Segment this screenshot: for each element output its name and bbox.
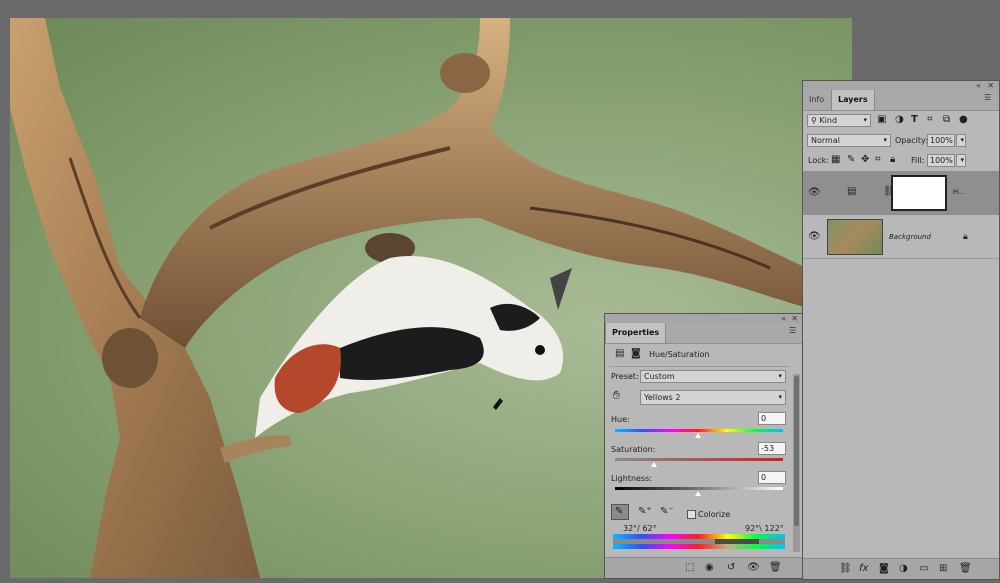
visibility-eye-icon[interactable]: 👁︎ xyxy=(808,232,821,242)
lock-icon: 🔒︎ xyxy=(963,232,968,242)
channel-select[interactable]: Yellows 2 ▾ xyxy=(640,390,786,405)
preset-select[interactable]: Custom ▾ xyxy=(640,370,786,383)
lock-label: Lock: xyxy=(808,156,829,165)
new-group-folder-icon[interactable]: ▭ xyxy=(919,564,928,574)
chevron-down-icon: ▾ xyxy=(778,393,782,401)
targeted-adjustment-hand-icon[interactable]: ✋︎ xyxy=(613,389,620,401)
colorize-checkbox[interactable] xyxy=(687,510,696,519)
lock-pixels-icon[interactable]: ✎ xyxy=(847,155,855,165)
delete-adjustment-trash-icon[interactable]: 🗑︎ xyxy=(769,563,782,573)
colorize-label[interactable]: Colorize xyxy=(698,510,730,519)
adjustment-icon: ▤ xyxy=(615,348,625,359)
layers-bottom-toolbar: ⛓︎ fx ◙ ◑ ▭ ⊞ 🗑︎ xyxy=(803,558,999,579)
layer-thumbnail xyxy=(827,219,883,255)
tab-properties[interactable]: Properties xyxy=(605,323,667,343)
lock-position-icon[interactable]: ✥ xyxy=(861,155,869,165)
filter-kind-value: Kind xyxy=(819,116,838,125)
hue-slider-knob[interactable] xyxy=(695,433,701,438)
lock-transparent-icon[interactable]: ▦ xyxy=(831,155,840,165)
saturation-slider-track[interactable] xyxy=(615,458,783,461)
fill-label: Fill: xyxy=(911,156,925,165)
range-right-readout: 92°\ 122° xyxy=(745,524,784,533)
preset-label: Preset: xyxy=(611,372,639,381)
filter-pixel-icon[interactable]: ▣ xyxy=(877,115,886,125)
properties-tabbar: Properties ☰ xyxy=(605,323,802,344)
layers-tabbar: Info Layers ☰ xyxy=(803,90,999,111)
properties-bottom-toolbar: ⬚ ◉ ↺ 👁︎ 🗑︎ xyxy=(605,557,802,578)
range-left-readout: 32°/ 62° xyxy=(623,524,657,533)
filter-toggle-icon[interactable]: ● xyxy=(959,115,968,125)
opacity-field[interactable]: 100% xyxy=(927,134,955,147)
scrollbar[interactable] xyxy=(793,374,800,552)
filter-kind-select[interactable]: ⚲ Kind ▾ xyxy=(807,114,871,127)
eyedropper-plus-icon[interactable]: ✎⁺ xyxy=(638,507,652,517)
panel-menu-icon[interactable]: ☰ xyxy=(789,327,798,335)
eyedropper-minus-icon[interactable]: ✎⁻ xyxy=(660,507,674,517)
view-previous-state-icon[interactable]: ◉ xyxy=(705,563,714,573)
eyedropper-cursor-icon xyxy=(493,398,503,410)
toggle-visibility-icon[interactable]: 👁︎ xyxy=(747,563,760,573)
chevron-down-icon: ▾ xyxy=(960,136,964,144)
saturation-field[interactable]: -53 xyxy=(758,442,786,455)
layer-row-adjustment[interactable]: 👁︎ ▤ ⛓︎ H... xyxy=(803,171,999,215)
blend-mode-value: Normal xyxy=(811,136,840,145)
chevron-down-icon: ▾ xyxy=(863,116,867,124)
opacity-label: Opacity: xyxy=(895,136,928,145)
output-color-bar xyxy=(613,544,785,549)
collapse-panel-icon[interactable]: « xyxy=(781,314,786,323)
delete-layer-trash-icon[interactable]: 🗑︎ xyxy=(959,564,972,574)
new-adjustment-layer-icon[interactable]: ◑ xyxy=(899,564,908,574)
filter-type-icon[interactable]: T xyxy=(911,115,918,125)
tab-info[interactable]: Info xyxy=(803,90,830,110)
tab-layers[interactable]: Layers xyxy=(831,90,875,110)
link-layers-icon[interactable]: ⛓︎ xyxy=(839,564,852,574)
filter-shape-icon[interactable]: ⌗ xyxy=(927,115,933,125)
filter-smart-object-icon[interactable]: ⧉ xyxy=(943,115,950,125)
reset-icon[interactable]: ↺ xyxy=(727,563,735,573)
opacity-dropdown[interactable]: ▾ xyxy=(956,134,966,147)
filter-adjustment-icon[interactable]: ◑ xyxy=(895,115,904,125)
hue-saturation-layer-icon: ▤ xyxy=(847,186,857,197)
new-layer-icon[interactable]: ⊞ xyxy=(939,564,947,574)
eyedropper-tool[interactable]: ✎ xyxy=(611,504,629,520)
add-mask-icon[interactable]: ◙ xyxy=(879,564,889,574)
properties-panel: « ✕ Properties ☰ ▤ ◙ Hue/Saturation Pres… xyxy=(604,313,803,579)
panel-menu-icon[interactable]: ☰ xyxy=(984,94,993,102)
hue-field[interactable]: 0 xyxy=(758,412,786,425)
scrollbar-thumb[interactable] xyxy=(794,376,799,526)
lightness-label: Lightness: xyxy=(611,474,652,483)
layers-panel: « ✕ Info Layers ☰ ⚲ Kind ▾ ▣ ◑ T ⌗ ⧉ ● No… xyxy=(802,80,1000,580)
preset-value: Custom xyxy=(644,372,675,381)
layer-row-background[interactable]: 👁︎ Background 🔒︎ xyxy=(803,215,999,259)
lightness-slider-track[interactable] xyxy=(615,487,783,490)
saturation-label: Saturation: xyxy=(611,445,656,454)
clip-to-layer-icon[interactable]: ⬚ xyxy=(685,563,694,573)
lock-artboard-icon[interactable]: ⌗ xyxy=(875,155,881,165)
collapse-panel-icon[interactable]: « xyxy=(976,81,981,90)
visibility-eye-icon[interactable]: 👁︎ xyxy=(808,188,821,198)
layer-name[interactable]: Background xyxy=(889,233,931,241)
lightness-slider-knob[interactable] xyxy=(695,491,701,496)
close-panel-icon[interactable]: ✕ xyxy=(791,314,798,323)
layer-style-fx-icon[interactable]: fx xyxy=(859,564,868,574)
lightness-field[interactable]: 0 xyxy=(758,471,786,484)
fill-dropdown[interactable]: ▾ xyxy=(956,154,966,167)
layer-mask-thumbnail[interactable] xyxy=(891,175,947,211)
channel-value: Yellows 2 xyxy=(644,393,681,402)
lock-all-icon[interactable]: 🔒︎ xyxy=(890,155,895,165)
chevron-down-icon: ▾ xyxy=(960,156,964,164)
mask-icon[interactable]: ◙ xyxy=(631,349,641,359)
chevron-down-icon: ▾ xyxy=(778,372,782,380)
blend-mode-select[interactable]: Normal ▾ xyxy=(807,134,891,147)
fill-field[interactable]: 100% xyxy=(927,154,955,167)
layer-name[interactable]: H... xyxy=(953,188,965,196)
close-panel-icon[interactable]: ✕ xyxy=(987,81,994,90)
saturation-slider-knob[interactable] xyxy=(651,462,657,467)
chevron-down-icon: ▾ xyxy=(883,136,887,144)
hue-label: Hue: xyxy=(611,415,630,424)
adjustment-title: Hue/Saturation xyxy=(649,350,710,359)
divider xyxy=(609,366,790,367)
eyedropper-icon: ✎ xyxy=(615,506,624,517)
hue-slider-track[interactable] xyxy=(615,429,783,432)
